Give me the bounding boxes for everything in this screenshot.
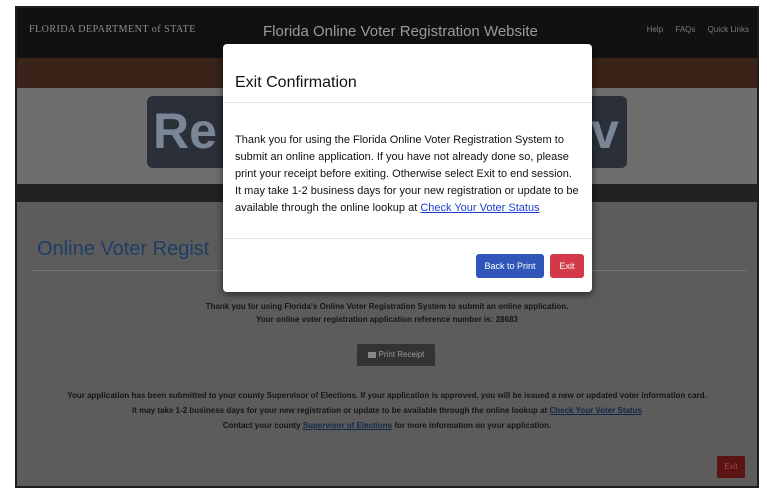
exit-confirmation-dialog: Exit Confirmation Thank you for using th… <box>223 44 592 292</box>
thank-you-message: Thank you for using Florida's Online Vot… <box>17 300 757 326</box>
quick-links-link[interactable]: Quick Links <box>708 25 749 34</box>
submitted-line: Your application has been submitted to y… <box>67 391 707 400</box>
browser-frame: FLORIDA DEPARTMENT of STATE Florida Onli… <box>15 6 759 488</box>
top-links: Help FAQs Quick Links <box>637 25 749 34</box>
page-title: Online Voter Regist <box>37 238 210 260</box>
page-exit-button[interactable]: Exit <box>717 456 745 478</box>
department-name: FLORIDA DEPARTMENT of STATE <box>29 24 196 35</box>
print-receipt-button[interactable]: Print Receipt <box>357 344 435 366</box>
dialog-header-divider <box>223 102 592 103</box>
dialog-check-voter-status-link[interactable]: Check Your Voter Status <box>420 202 539 214</box>
supervisor-of-elections-link[interactable]: Supervisor of Elections <box>303 421 392 430</box>
printer-icon <box>367 352 376 358</box>
logo-text-left: Re <box>153 103 217 159</box>
dialog-title: Exit Confirmation <box>235 74 357 91</box>
exit-button[interactable]: Exit <box>550 254 584 278</box>
dialog-body: Thank you for using the Florida Online V… <box>235 132 580 217</box>
contact-line-suffix: for more information on your application… <box>392 421 552 430</box>
lookup-line: It may take 1-2 business days for your n… <box>17 403 757 418</box>
submission-info: Your application has been submitted to y… <box>17 388 757 433</box>
dialog-footer-divider <box>223 238 592 239</box>
faqs-link[interactable]: FAQs <box>675 25 695 34</box>
contact-line-prefix: Contact your county <box>222 421 303 430</box>
reference-number-line: Your online voter registration applicati… <box>256 315 518 324</box>
site-title: Florida Online Voter Registration Websit… <box>263 23 538 40</box>
contact-line: Contact your county Supervisor of Electi… <box>17 418 757 433</box>
back-to-print-button[interactable]: Back to Print <box>476 254 544 278</box>
lookup-line-text: It may take 1-2 business days for your n… <box>132 406 550 415</box>
thank-you-line: Thank you for using Florida's Online Vot… <box>205 302 569 311</box>
print-receipt-label: Print Receipt <box>378 350 425 359</box>
help-link[interactable]: Help <box>647 25 663 34</box>
check-voter-status-link[interactable]: Check Your Voter Status <box>549 406 641 415</box>
